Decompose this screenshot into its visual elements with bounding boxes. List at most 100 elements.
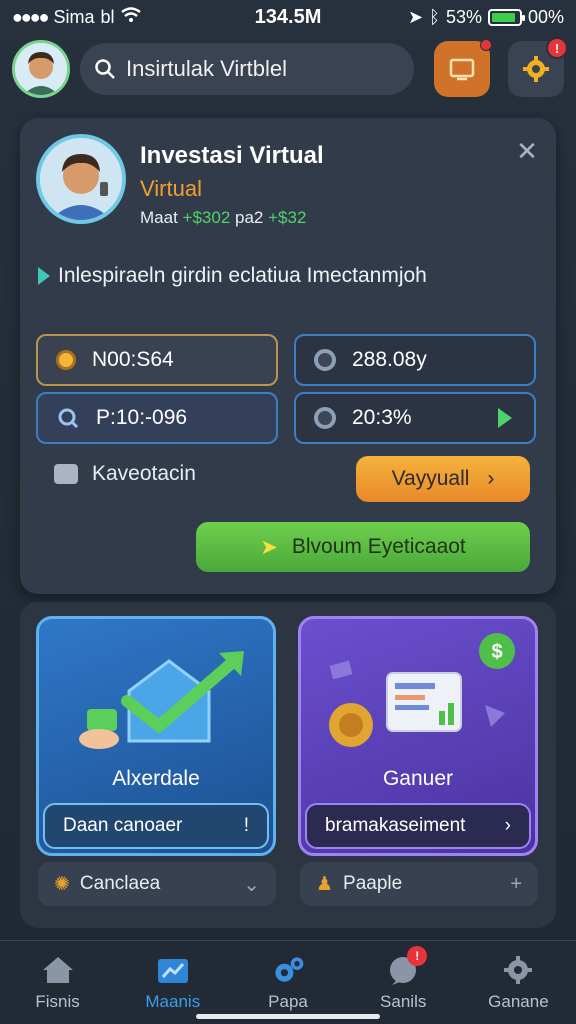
home-icon [40,954,76,986]
investment-card: ✕ Investasi Virtual Virtual Maat +$302 p… [20,118,556,594]
tile-ganuer-label: Ganuer [382,767,454,790]
battery-text: 00% [527,6,564,27]
section-heading-text: Inlespiraeln girdin eclatiua Imectanmjoh [58,264,427,287]
start-investment-button[interactable]: ➤ Blvoum Eyeticaaot [196,522,530,572]
battery-icon [487,8,525,26]
coin-icon [56,350,76,370]
gear-cluster-icon [270,954,306,986]
nav-item-papa[interactable]: Papa [230,941,345,1024]
profile-text: Investasi Virtual Virtual Maat +$302 pa2… [140,134,324,228]
carrier-name: Sima [53,6,95,27]
virtual-button-label: Vayyuall [391,467,470,490]
nav-label: Sanils [380,991,427,1011]
wifi-icon [120,6,141,28]
battery-percent: 53% [445,6,482,27]
kaveotacin-row[interactable]: Kaveotacin [54,462,196,486]
status-right: ➤ ᛒ 53% 00% [408,7,564,28]
pill-paaple[interactable]: ♟ Paaple + [300,862,538,906]
chart-icon [155,954,191,986]
cast-icon [449,58,475,81]
start-investment-label: Blvoum Eyeticaaot [291,535,466,558]
stat-percent[interactable]: 20:3% [294,392,536,444]
nav-label: Ganane [488,991,549,1011]
meta-mid: pa2 [235,208,264,227]
location-icon: ➤ [408,6,424,27]
user-avatar[interactable] [12,40,70,98]
cast-button[interactable] [434,39,492,97]
profile-meta: Maat +$302 pa2 +$32 [140,208,324,228]
nav-item-maanis[interactable]: Maanis [115,941,230,1024]
stat-percent-value: 20:3% [352,406,412,429]
chevron-down-icon: ⌄ [243,873,260,896]
stat-balance[interactable]: N00:S64 [36,334,278,386]
settings-button[interactable]: ! [508,37,568,97]
home-indicator[interactable] [196,1014,380,1019]
search-icon [95,59,115,79]
target-icon [314,349,336,371]
stat-total-value: 288.08y [352,348,427,371]
search-text: Insirtulak Virtblel [126,56,287,81]
growth-chart-icon [79,651,244,749]
settings-badge: ! [546,37,568,59]
pill-paaple-label: Paaple [343,873,403,894]
top-bar: Insirtulak Virtblel ! [12,37,568,100]
tile-ganuer-button-label: bramakaseiment [325,815,466,836]
nav-label: Papa [268,991,308,1011]
chat-icon: ! [385,945,428,986]
pill-canclaea[interactable]: ✺ Canclaea ⌄ [38,862,276,906]
status-left: ●●●● Sima bl [12,7,141,28]
sanils-badge: ! [407,945,428,966]
tile-alxerdale-button-label: Daan canoaer [63,815,183,836]
profile-header: Investasi Virtual Virtual Maat +$302 pa2… [36,134,324,228]
avatar-face-icon [15,43,67,95]
bottom-nav: Fisnis Maanis Papa ! Sanils Ganane [0,940,576,1024]
gear-icon [523,56,549,82]
tile-ganuer-button[interactable]: bramakaseiment › [305,803,531,849]
info-icon: ! [243,815,249,836]
stat-balance-value: N00:S64 [92,348,174,371]
nav-item-ganane[interactable]: Ganane [461,941,576,1024]
section-heading: Inlespiraeln girdin eclatiua Imectanmjoh [38,264,427,288]
nav-item-sanils[interactable]: ! Sanils [346,941,461,1024]
status-bar: ●●●● Sima bl 134.5M ➤ ᛒ 53% 00% [0,0,576,34]
stat-total[interactable]: 288.08y [294,334,536,386]
bluetooth-icon: ᛒ [429,6,440,27]
carrier-suffix: bl [100,6,115,27]
stat-profit-value: P:10:-096 [96,406,188,429]
person-icon: ♟ [316,873,334,895]
meta-prefix: Maat [140,208,178,227]
chevron-right-icon: › [487,467,495,490]
pill-canclaea-label: Canclaea [79,873,161,894]
nav-label: Fisnis [35,991,80,1011]
search-input[interactable]: Insirtulak Virtblel [80,43,414,95]
profile-title: Investasi Virtual [140,142,324,169]
tile-ganuer[interactable]: $ Ganuer bramakaseiment › [298,616,538,856]
tile-alxerdale[interactable]: Alxerdale Daan canoaer ! [36,616,276,856]
profile-avatar [36,134,126,224]
target-icon [314,407,336,429]
tile-alxerdale-button[interactable]: Daan canoaer ! [43,803,269,849]
dashboard-icon: $ [329,633,515,747]
card-icon [54,464,78,484]
gear-small-icon: ✺ [54,873,70,895]
spark-icon: ➤ [260,535,278,559]
avatar-face-icon [40,138,122,220]
close-icon[interactable]: ✕ [514,138,540,164]
plus-icon: + [510,872,522,895]
stat-profit[interactable]: P:10:-096 [36,392,278,444]
flag-icon [38,267,50,285]
profile-subtitle: Virtual [140,176,202,201]
signal-icon: ●●●● [12,6,49,27]
tiles-section: Alxerdale Daan canoaer ! $ Ganuer bramak… [20,602,556,928]
nav-label: Maanis [145,991,201,1011]
meta-gain-2: +$32 [268,208,307,227]
cast-badge [480,39,492,51]
play-icon [498,408,512,428]
svg-text:$: $ [491,641,502,663]
settings-icon [500,954,536,986]
search-icon [58,408,79,429]
meta-gain-1: +$302 [182,208,231,227]
nav-item-fisnis[interactable]: Fisnis [0,941,115,1024]
kaveotacin-label: Kaveotacin [92,462,196,485]
virtual-button[interactable]: Vayyuall › [356,456,530,502]
